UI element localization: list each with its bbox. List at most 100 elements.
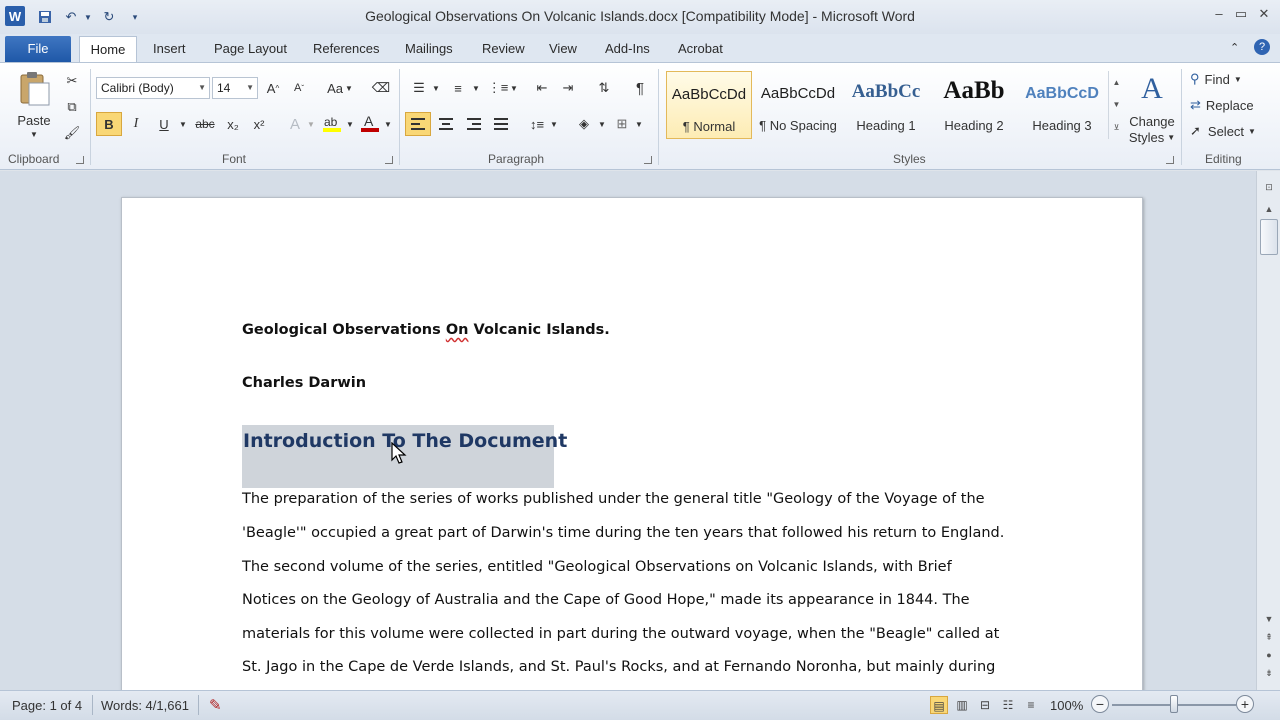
font-color-button[interactable]: A [358,111,382,135]
text-effects-icon[interactable]: A [285,113,305,135]
chevron-down-icon[interactable]: ▼ [597,118,607,130]
show-formatting-button[interactable]: ¶ [629,78,651,98]
tab-mailings[interactable]: Mailings [405,41,453,56]
tab-home[interactable]: Home [79,36,137,63]
web-layout-icon[interactable]: ⊟ [976,696,994,714]
document-page[interactable]: Geological Observations On Volcanic Isla… [121,197,1143,717]
gallery-more-icon[interactable]: ⊻ [1114,123,1120,132]
paragraph-line[interactable]: The preparation of the series of works p… [242,491,985,507]
zoom-in-button[interactable]: + [1236,695,1254,713]
tab-references[interactable]: References [313,41,379,56]
word-count[interactable]: Words: 4/1,661 [101,698,189,713]
change-styles-label-1[interactable]: Change [1126,113,1178,129]
minimize-button[interactable]: – [1208,6,1230,24]
next-page-icon[interactable]: ⇟ [1260,665,1278,681]
style-heading-1[interactable]: AaBbCc Heading 1 [843,71,929,139]
document-author-line[interactable]: Charles Darwin [242,375,366,391]
font-launcher-icon[interactable] [385,156,393,164]
chevron-down-icon[interactable]: ▼ [431,82,441,94]
page-count[interactable]: Page: 1 of 4 [12,698,82,713]
full-screen-reading-icon[interactable]: ▥ [953,696,971,714]
shrink-font-button[interactable]: Aˇ [289,78,309,98]
tab-page-layout[interactable]: Page Layout [214,41,287,56]
clear-formatting-icon[interactable]: ⌫ [370,78,392,98]
change-styles-button[interactable]: Styles ▼ [1126,129,1178,145]
replace-button[interactable]: ⇄ Replace [1190,95,1270,115]
chevron-down-icon[interactable]: ▼ [509,82,519,94]
scroll-thumb[interactable] [1260,219,1278,255]
chevron-down-icon[interactable]: ▼ [345,118,355,130]
paragraph-line[interactable]: The second volume of the series, entitle… [242,559,952,575]
previous-page-icon[interactable]: ⇞ [1260,629,1278,645]
font-name-combo[interactable]: Calibri (Body) ▼ [96,77,210,99]
italic-button[interactable]: I [126,113,146,135]
chevron-down-icon[interactable]: ▼ [177,118,189,130]
minimize-ribbon-icon[interactable]: ⌃ [1230,41,1239,54]
style-heading-3[interactable]: AaBbCcD Heading 3 [1019,71,1105,139]
tab-review[interactable]: Review [482,41,525,56]
tab-acrobat[interactable]: Acrobat [678,41,723,56]
select-button[interactable]: ➚ Select ▼ [1190,121,1266,141]
chevron-down-icon[interactable]: ▼ [306,118,316,130]
sort-icon[interactable]: ⇅ [593,78,615,98]
print-layout-view-icon[interactable]: ▤ [930,696,948,714]
tab-insert[interactable]: Insert [153,41,186,56]
paragraph-line[interactable]: St. Jago in the Cape de Verde Islands, a… [242,659,995,675]
chevron-down-icon[interactable]: ▼ [634,118,644,130]
zoom-level[interactable]: 100% [1050,698,1083,713]
scroll-up-icon[interactable]: ▲ [1260,201,1278,217]
zoom-slider-knob[interactable] [1170,695,1178,713]
proofing-icon[interactable]: ✎ [209,696,222,714]
line-spacing-icon[interactable]: ↕≡ [526,113,548,135]
subscript-button[interactable]: x₂ [222,113,244,135]
chevron-down-icon[interactable]: ▼ [471,82,481,94]
styles-gallery-scroll[interactable]: ▲ ▼ ⊻ [1108,71,1124,139]
draft-view-icon[interactable]: ≡ [1022,696,1040,714]
style-heading-2[interactable]: AaBb Heading 2 [931,71,1017,139]
zoom-out-button[interactable]: − [1091,695,1109,713]
spelling-mark[interactable]: On [446,322,469,338]
underline-button[interactable]: U [154,113,174,135]
multilevel-list-icon[interactable]: ⋮≡ [487,78,509,98]
grow-font-button[interactable]: A ^ [263,78,283,98]
highlight-color-button[interactable]: ab [320,111,344,135]
vertical-scrollbar[interactable]: ⊡ ▲ ▼ ⇞ ● ⇟ [1256,171,1280,690]
gallery-up-icon[interactable]: ▲ [1113,78,1121,87]
maximize-button[interactable]: ▭ [1230,6,1252,24]
strikethrough-button[interactable]: abc [193,113,217,135]
cut-icon[interactable]: ✂ [62,71,82,91]
style-no-spacing[interactable]: AaBbCcDd ¶ No Spacing [755,71,841,139]
format-painter-icon[interactable]: 🖌 [62,123,82,143]
change-case-button[interactable]: Aa ▼ [325,78,355,98]
close-button[interactable]: ✕ [1253,6,1275,24]
paragraph-launcher-icon[interactable] [644,156,652,164]
numbering-icon[interactable]: ≡ [447,78,469,98]
align-center-icon[interactable] [435,113,457,135]
gallery-down-icon[interactable]: ▼ [1113,100,1121,109]
styles-launcher-icon[interactable] [1166,156,1174,164]
outline-view-icon[interactable]: ☷ [999,696,1017,714]
shading-icon[interactable]: ◈ [572,113,596,135]
paragraph-line[interactable]: Notices on the Geology of Australia and … [242,592,970,608]
ruler-toggle-icon[interactable]: ⊡ [1260,179,1278,195]
copy-icon[interactable]: ⧉ [62,97,82,117]
increase-indent-icon[interactable]: ⇥ [557,78,579,98]
font-size-combo[interactable]: 14 ▼ [212,77,258,99]
scroll-down-icon[interactable]: ▼ [1260,611,1278,627]
paste-icon[interactable] [14,69,54,109]
bold-button[interactable]: B [96,112,122,136]
document-title-line[interactable]: Geological Observations On Volcanic Isla… [242,322,610,338]
help-icon[interactable]: ? [1254,39,1270,55]
clipboard-launcher-icon[interactable] [76,156,84,164]
paste-button[interactable]: Paste [10,111,58,129]
find-button[interactable]: ⚲ Find ▼ [1190,69,1260,89]
bullets-icon[interactable]: ☰ [408,78,430,98]
borders-icon[interactable]: ⊞ [611,113,633,135]
superscript-button[interactable]: x² [248,113,270,135]
paragraph-line[interactable]: 'Beagle'" occupied a great part of Darwi… [242,525,1004,541]
justify-icon[interactable] [490,113,512,135]
select-browse-object-icon[interactable]: ● [1260,647,1278,663]
align-left-icon[interactable] [405,112,431,136]
decrease-indent-icon[interactable]: ⇤ [531,78,553,98]
chevron-down-icon[interactable]: ▼ [549,118,559,130]
